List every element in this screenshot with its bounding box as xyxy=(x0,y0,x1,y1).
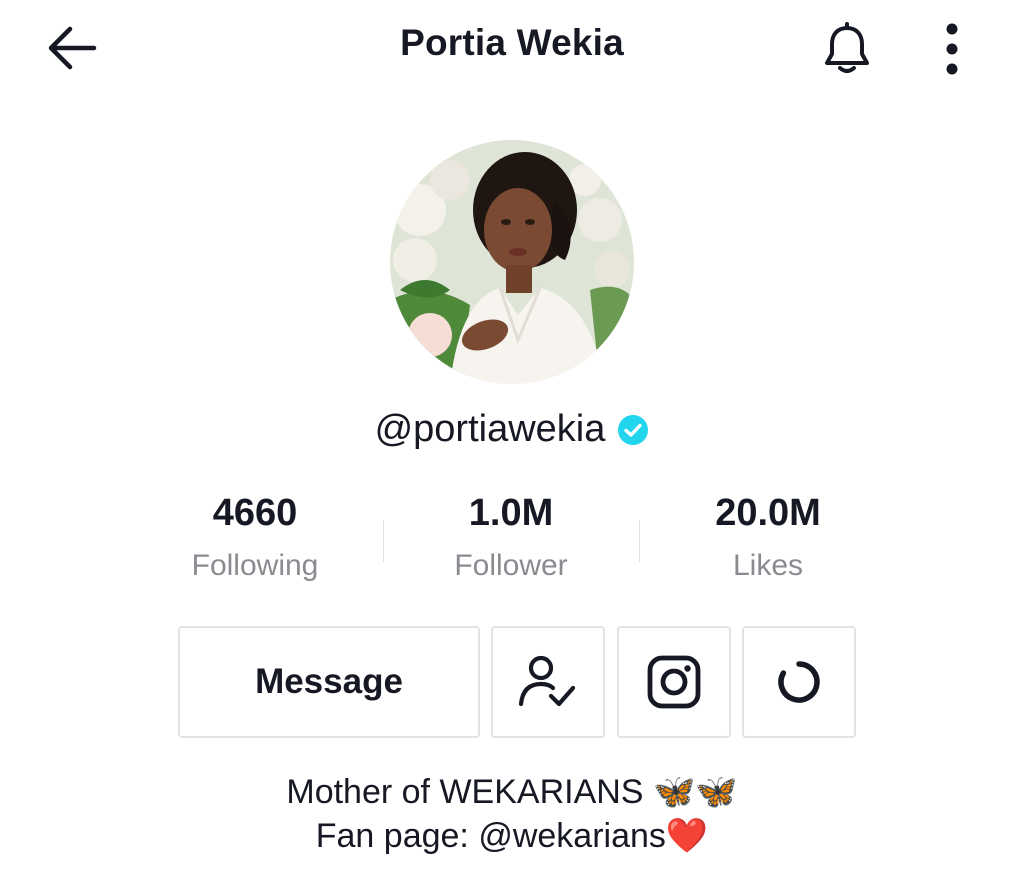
more-vertical-icon xyxy=(946,23,958,75)
following-label: Following xyxy=(191,549,319,582)
following-count: 4660 xyxy=(212,492,298,534)
followers-label: Follower xyxy=(454,549,568,582)
message-button-label: Message xyxy=(255,662,403,701)
likes-count: 20.0M xyxy=(715,492,821,534)
stat-divider xyxy=(639,520,640,562)
username: @portiawekia xyxy=(374,408,606,450)
likes-label: Likes xyxy=(732,549,804,582)
verified-badge-icon xyxy=(618,414,649,445)
heart-icon: ❤️ xyxy=(665,816,709,856)
bell-icon xyxy=(825,22,869,73)
refresh-button[interactable] xyxy=(742,626,856,738)
stat-divider xyxy=(383,520,384,562)
notifications-button[interactable] xyxy=(812,18,882,80)
instagram-button[interactable] xyxy=(617,626,731,738)
avatar-photo xyxy=(390,140,634,384)
followers-count: 1.0M xyxy=(468,492,554,534)
bio-line-2: Fan page: @wekarians❤️ xyxy=(0,816,1024,856)
stat-following[interactable]: 4660 Following xyxy=(140,492,370,583)
user-check-icon xyxy=(518,655,576,707)
butterfly-icon: 🦋🦋 xyxy=(652,772,738,812)
avatar[interactable] xyxy=(390,140,634,384)
instagram-icon xyxy=(647,655,701,709)
bio-text-1: Mother of WEKARIANS xyxy=(286,773,644,811)
stat-followers[interactable]: 1.0M Follower xyxy=(396,492,626,583)
more-options-button[interactable] xyxy=(924,18,980,80)
stat-likes[interactable]: 20.0M Likes xyxy=(653,492,883,583)
username-row: @portiawekia xyxy=(0,408,1024,451)
bio-text-2: Fan page: @wekarians xyxy=(315,817,666,855)
following-status-button[interactable] xyxy=(491,626,605,738)
bio-line-1: Mother of WEKARIANS 🦋🦋 xyxy=(0,772,1024,812)
message-button[interactable]: Message xyxy=(178,626,480,738)
loading-spinner-icon xyxy=(778,661,820,703)
